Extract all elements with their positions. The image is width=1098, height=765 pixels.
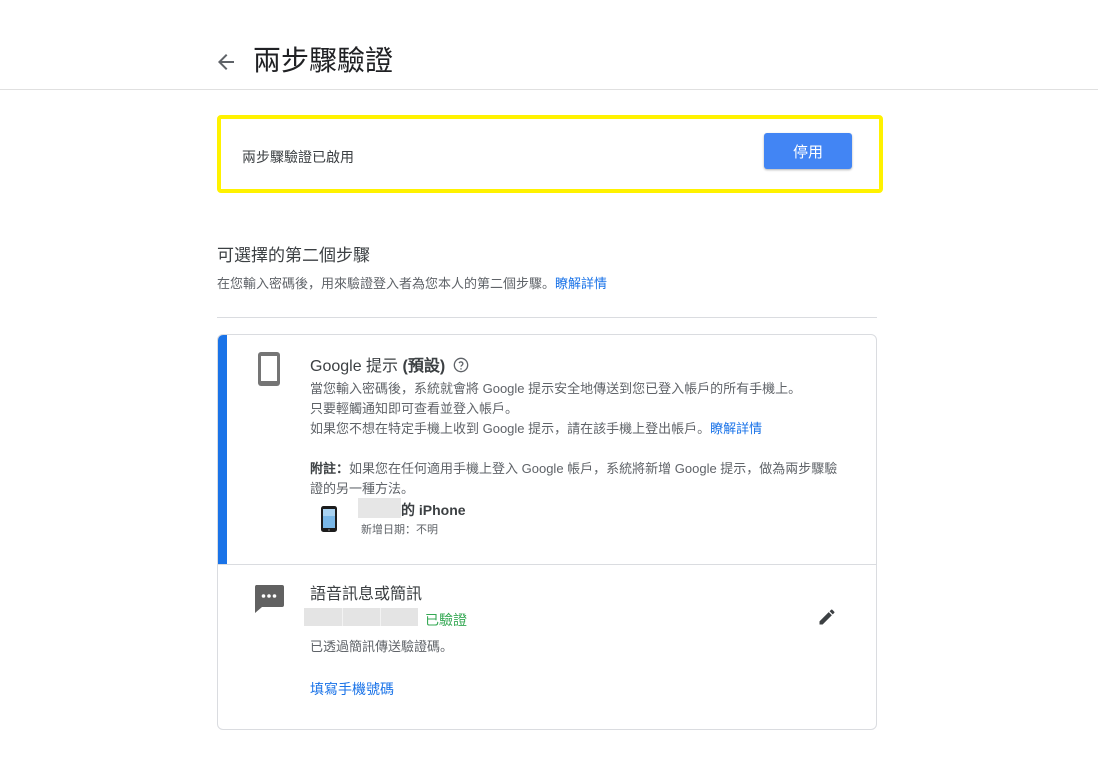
back-arrow-icon[interactable] bbox=[214, 50, 238, 74]
redacted-phone-number bbox=[304, 608, 418, 626]
page-title: 兩步驟驗證 bbox=[253, 45, 394, 76]
prompt-learn-more-link[interactable]: 瞭解詳情 bbox=[710, 421, 762, 436]
section-description: 在您輸入密碼後，用來驗證登入者為您本人的第二個步驟。瞭解詳情 bbox=[217, 273, 607, 292]
iphone-icon bbox=[321, 506, 337, 532]
section-title: 可選擇的第二個步驟 bbox=[217, 246, 370, 265]
prompt-line-3: 如果您不想在特定手機上收到 Google 提示，請在該手機上登出帳戶。瞭解詳情 bbox=[310, 419, 850, 439]
status-banner: 兩步驟驗證已啟用 停用 bbox=[217, 115, 883, 193]
edit-pencil-icon[interactable] bbox=[817, 607, 837, 627]
note-label: 附註： bbox=[310, 461, 350, 476]
phone-icon bbox=[258, 352, 280, 386]
prompt-note: 附註：如果您在任何適用手機上登入 Google 帳戶，系統將新增 Google … bbox=[310, 459, 850, 499]
sms-icon bbox=[254, 585, 284, 613]
note-text: 如果您在任何適用手機上登入 Google 帳戶，系統將新增 Google 提示，… bbox=[310, 461, 838, 496]
sms-description: 已透過簡訊傳送驗證碼。 bbox=[310, 639, 454, 654]
status-text: 兩步驟驗證已啟用 bbox=[242, 149, 354, 165]
help-icon[interactable] bbox=[453, 357, 469, 373]
add-phone-link[interactable]: 填寫手機號碼 bbox=[310, 679, 394, 699]
divider bbox=[217, 317, 877, 318]
default-accent-bar bbox=[218, 335, 227, 564]
device-added-date: 新增日期：不明 bbox=[361, 524, 438, 536]
google-prompt-description: 當您輸入密碼後，系統就會將 Google 提示安全地傳送到您已登入帳戶的所有手機… bbox=[310, 379, 850, 439]
prompt-line-2: 只要輕觸通知即可查看並登入帳戶。 bbox=[310, 401, 519, 416]
card-separator bbox=[218, 564, 876, 565]
header: 兩步驟驗證 bbox=[0, 0, 1098, 90]
google-prompt-title-text: Google 提示 bbox=[310, 358, 403, 375]
redacted-owner-name bbox=[358, 498, 401, 518]
google-prompt-title: Google 提示 (預設) bbox=[310, 352, 469, 376]
prompt-line-1: 當您輸入密碼後，系統就會將 Google 提示安全地傳送到您已登入帳戶的所有手機… bbox=[310, 381, 802, 396]
voice-sms-title: 語音訊息或簡訊 bbox=[310, 586, 423, 603]
disable-button[interactable]: 停用 bbox=[764, 133, 852, 169]
section-description-text: 在您輸入密碼後，用來驗證登入者為您本人的第二個步驟。 bbox=[217, 276, 556, 291]
learn-more-link[interactable]: 瞭解詳情 bbox=[555, 276, 607, 291]
second-step-card: Google 提示 (預設) 當您輸入密碼後，系統就會將 Google 提示安全… bbox=[217, 334, 877, 730]
verified-badge: 已驗證 bbox=[425, 612, 467, 628]
device-name: 的 iPhone bbox=[401, 502, 466, 518]
prompt-line-3-text: 如果您不想在特定手機上收到 Google 提示，請在該手機上登出帳戶。 bbox=[310, 421, 711, 436]
default-tag: (預設) bbox=[402, 358, 446, 375]
